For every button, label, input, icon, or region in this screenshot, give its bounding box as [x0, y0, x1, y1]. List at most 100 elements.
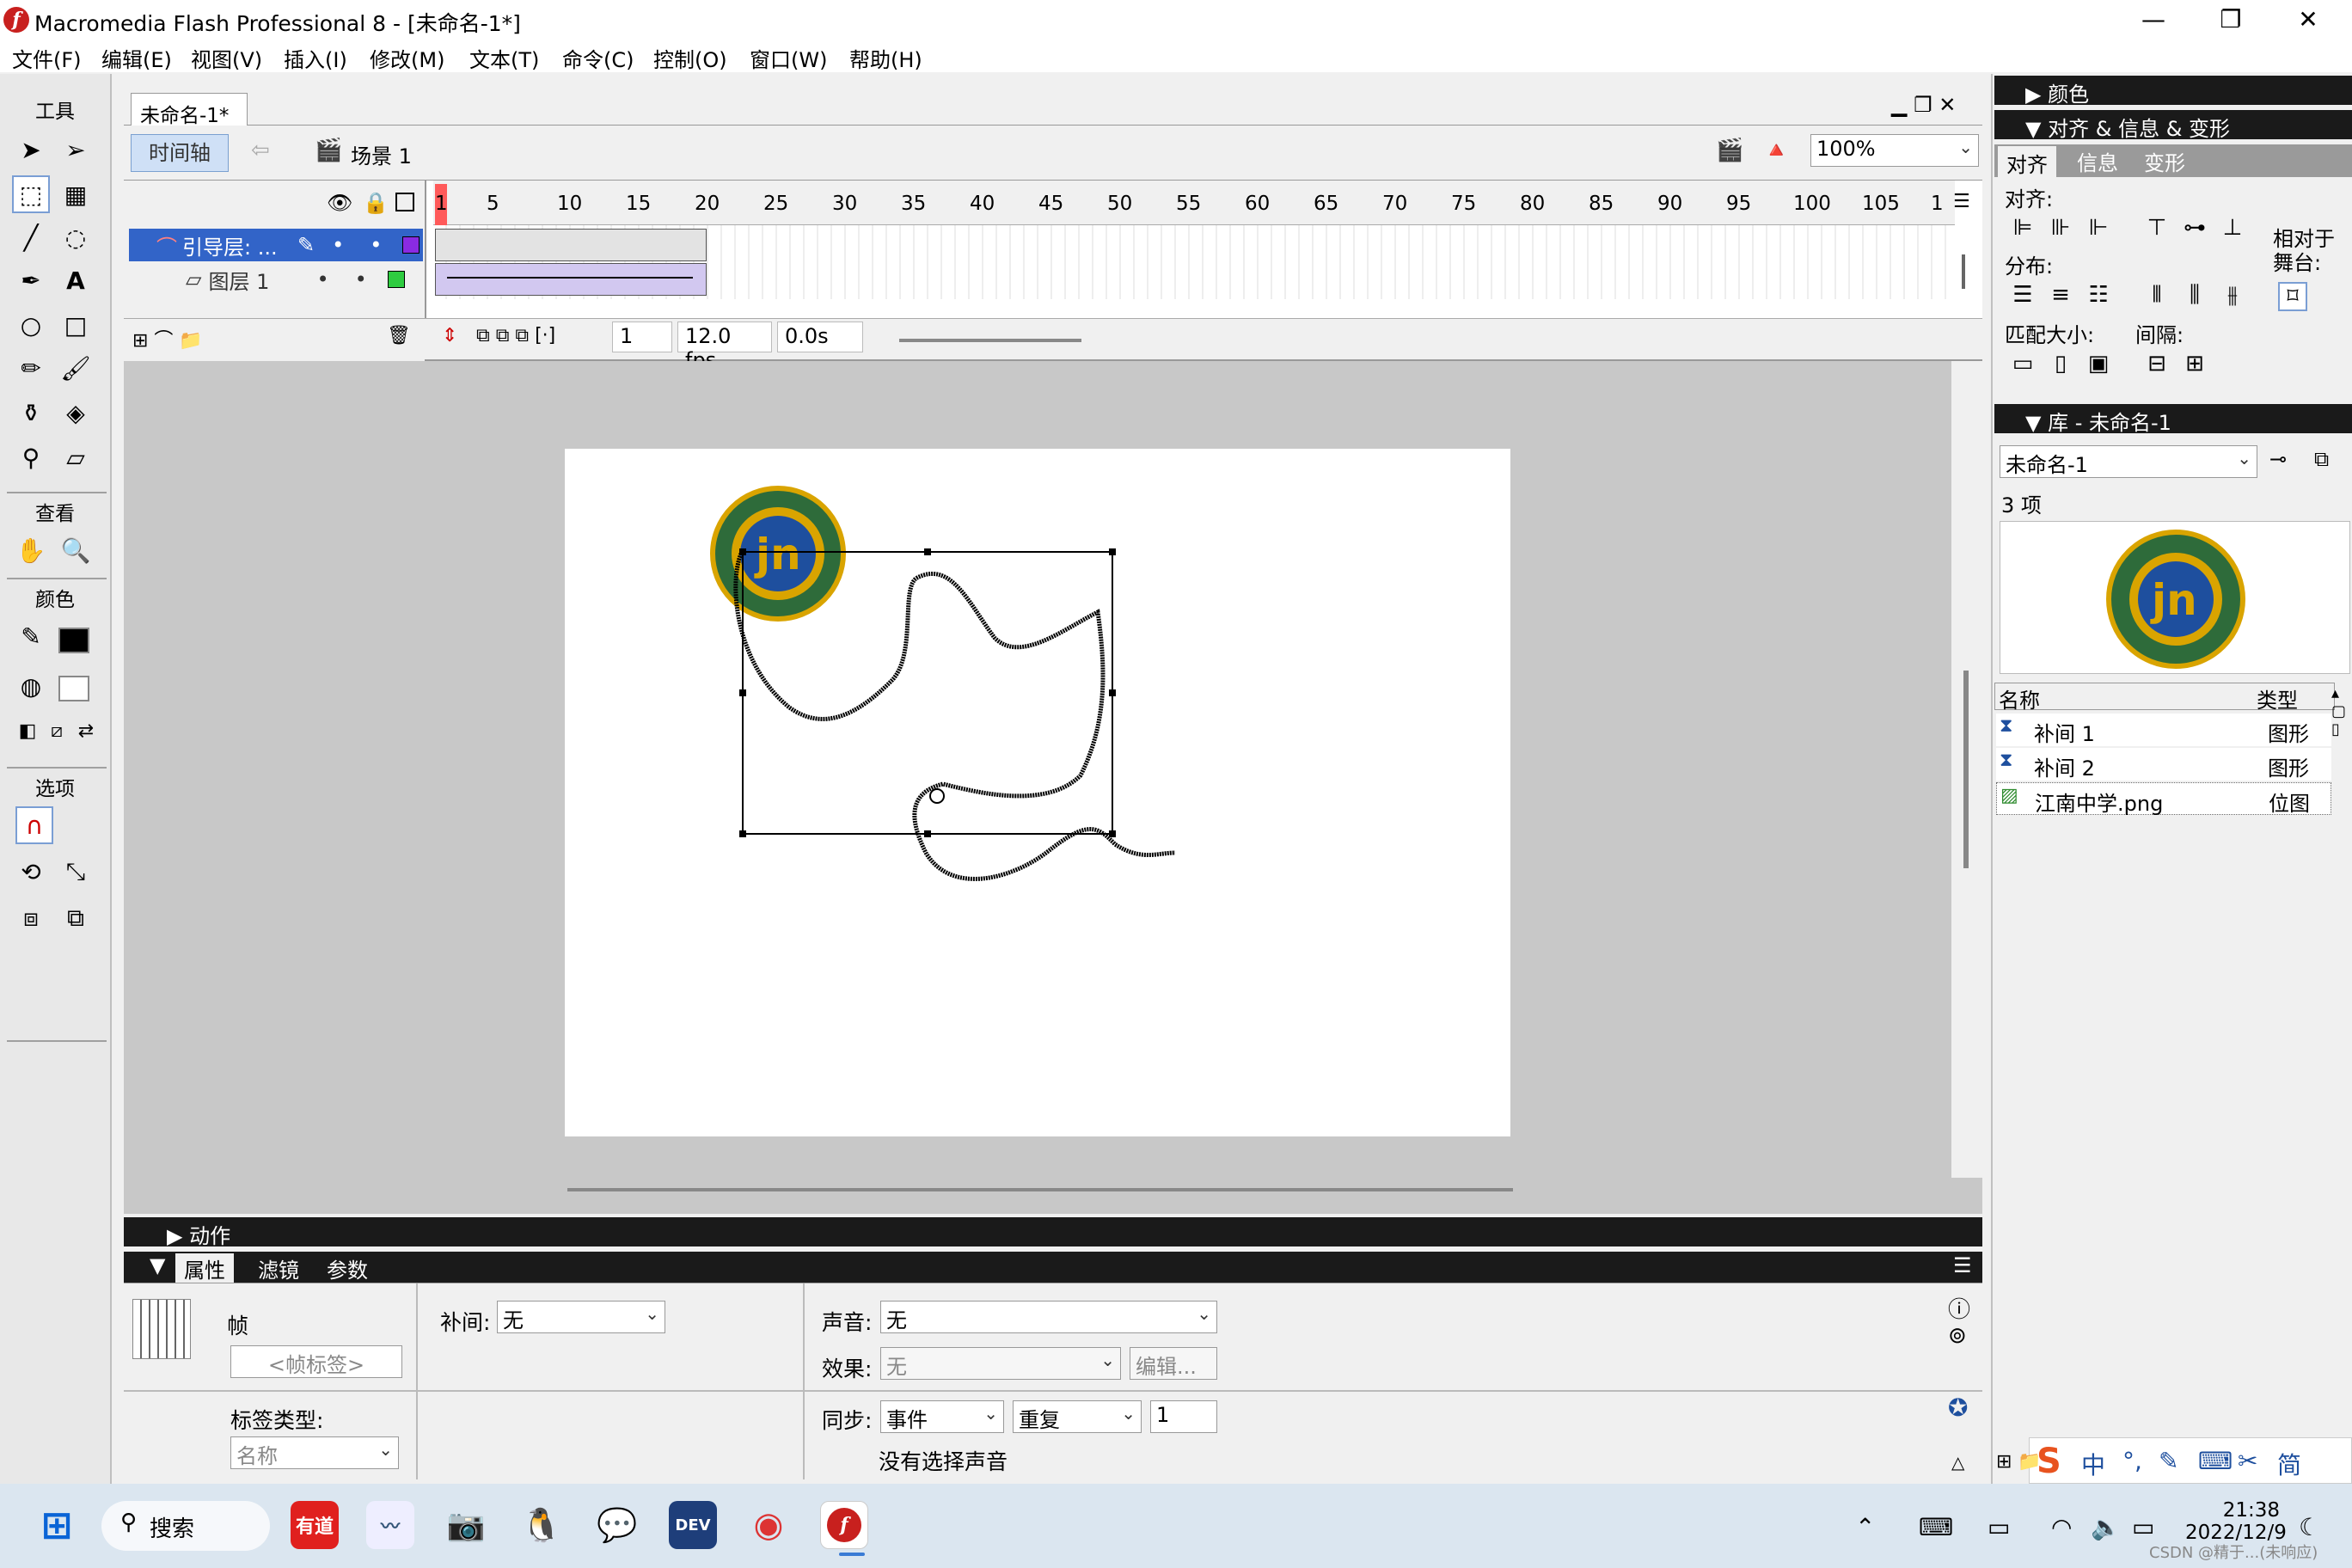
- pin-library-icon[interactable]: ⊸: [2269, 447, 2287, 471]
- brush-tool-icon[interactable]: 🖌: [57, 349, 95, 387]
- stage-hscroll[interactable]: [567, 1188, 1513, 1191]
- pen-tool-icon[interactable]: ✒: [12, 261, 50, 299]
- free-transform-tool-icon[interactable]: ⬚: [12, 175, 50, 213]
- ime-clip-icon[interactable]: ✂: [2238, 1447, 2257, 1475]
- space-horizontal-icon[interactable]: ⊞: [2180, 349, 2209, 378]
- scale-icon[interactable]: ⤡: [57, 853, 95, 891]
- menu-view[interactable]: 视图(V): [191, 43, 262, 73]
- tab-align[interactable]: 对齐: [1998, 146, 2056, 180]
- back-arrow-icon[interactable]: ⇦: [251, 138, 270, 163]
- outline-icon[interactable]: [395, 193, 414, 211]
- menu-window[interactable]: 窗口(W): [750, 43, 827, 73]
- lock-dot[interactable]: •: [355, 267, 367, 291]
- timeline-toggle-button[interactable]: 时间轴: [131, 134, 229, 172]
- delete-layer-icon[interactable]: 🗑: [387, 325, 411, 346]
- minimize-button[interactable]: —: [2115, 0, 2192, 40]
- keyboard-icon[interactable]: ⌨: [1919, 1513, 1953, 1541]
- distribute-top-icon[interactable]: ☰: [2008, 280, 2037, 309]
- oval-tool-icon[interactable]: ○: [12, 306, 50, 344]
- snap-magnet-icon[interactable]: ∩: [15, 806, 53, 844]
- tab-properties[interactable]: 属性: [175, 1253, 234, 1283]
- distribute-hcenter-icon[interactable]: ⫼: [2180, 280, 2209, 309]
- rotate-skew-icon[interactable]: ⟲: [12, 853, 50, 891]
- align-right-icon[interactable]: ⊩: [2084, 213, 2113, 242]
- layer-color-swatch[interactable]: [387, 271, 405, 288]
- menu-insert[interactable]: 插入(I): [284, 43, 347, 73]
- center-frame-icon[interactable]: ⇕: [442, 325, 457, 346]
- timeline-menu-icon[interactable]: ☰: [1953, 191, 1970, 212]
- library-item[interactable]: ▨ 江南中学.png 位图: [1996, 782, 2331, 816]
- label-type-select[interactable]: 名称 ⌄: [230, 1436, 399, 1469]
- frame-label-input[interactable]: <帧标签>: [230, 1345, 402, 1378]
- paint-bucket-tool-icon[interactable]: ◈: [57, 394, 95, 432]
- tab-parameters[interactable]: 参数: [327, 1253, 368, 1283]
- edit-accessibility-icon[interactable]: ⊚: [1948, 1323, 1967, 1349]
- rectangle-tool-icon[interactable]: □: [57, 306, 95, 344]
- menu-file[interactable]: 文件(F): [12, 43, 82, 73]
- align-bottom-icon[interactable]: ⊥: [2218, 213, 2247, 242]
- eraser-tool-icon[interactable]: ▱: [57, 438, 95, 476]
- photos-icon[interactable]: 〰: [366, 1501, 414, 1549]
- wechat-icon[interactable]: 💬: [593, 1501, 641, 1549]
- library-doc-select[interactable]: 未命名-1 ⌄: [2000, 445, 2257, 478]
- color-panel-header[interactable]: ▶ 颜色: [1994, 76, 2352, 107]
- library-panel-header[interactable]: ▼ 库 - 未命名-1: [1994, 404, 2352, 435]
- help-icon[interactable]: ⓘ: [1948, 1292, 1970, 1324]
- menu-control[interactable]: 控制(O): [653, 43, 727, 73]
- space-vertical-icon[interactable]: ⊟: [2142, 349, 2171, 378]
- repeat-count-input[interactable]: 1: [1150, 1400, 1217, 1433]
- fill-color-icon[interactable]: ◍: [12, 667, 50, 705]
- distribute-bottom-icon[interactable]: ☷: [2084, 280, 2113, 309]
- distort-icon[interactable]: ⧈: [12, 899, 50, 937]
- stroke-color-icon[interactable]: ✎: [12, 617, 50, 655]
- actions-panel-header[interactable]: ▶ 动作: [124, 1217, 1982, 1248]
- collapse-props-icon[interactable]: △: [1951, 1452, 1964, 1473]
- youdao-icon[interactable]: 有道: [291, 1501, 339, 1549]
- swap-colors-icon[interactable]: ⇄: [67, 712, 105, 750]
- ime-punct[interactable]: °,: [2122, 1447, 2142, 1475]
- pencil-tool-icon[interactable]: ✏: [12, 349, 50, 387]
- align-panel-header[interactable]: ▼ 对齐 & 信息 & 变形: [1994, 110, 2352, 141]
- timeline-scrollbar[interactable]: [1962, 254, 1965, 289]
- scene-name[interactable]: 场景 1: [351, 139, 412, 169]
- tab-filters[interactable]: 滤镜: [258, 1253, 299, 1283]
- menu-text[interactable]: 文本(T): [469, 43, 539, 73]
- menu-help[interactable]: 帮助(H): [849, 43, 922, 73]
- school-logo[interactable]: jn: [710, 486, 846, 622]
- library-item[interactable]: ⧗ 补间 2 图形: [1996, 748, 2331, 781]
- stage[interactable]: jn: [565, 449, 1510, 1136]
- close-button[interactable]: ✕: [2269, 0, 2347, 40]
- tween-select[interactable]: 无 ⌄: [497, 1301, 665, 1333]
- ime-mode[interactable]: 中: [2081, 1447, 2105, 1481]
- document-tab[interactable]: 未命名-1*: [131, 93, 248, 127]
- new-library-icon[interactable]: ⧉: [2314, 447, 2329, 471]
- distribute-left-icon[interactable]: ⫴: [2142, 280, 2171, 309]
- fill-transform-tool-icon[interactable]: ▦: [57, 175, 95, 213]
- distribute-vcenter-icon[interactable]: ≡: [2046, 280, 2075, 309]
- zoom-tool-icon[interactable]: 🔍: [57, 531, 95, 569]
- restore-button[interactable]: ❐: [2192, 0, 2269, 40]
- col-type[interactable]: 类型: [2257, 683, 2298, 714]
- volume-icon[interactable]: 🔈: [2091, 1513, 2121, 1541]
- hand-tool-icon[interactable]: ✋: [12, 531, 50, 569]
- distribute-right-icon[interactable]: ⫵: [2218, 280, 2247, 309]
- layer-row-1[interactable]: ▱ 图层 1 • •: [129, 263, 423, 296]
- ime-simplified[interactable]: 简: [2277, 1447, 2301, 1481]
- accessibility-icon[interactable]: ✪: [1948, 1393, 1968, 1422]
- col-name[interactable]: 名称: [1999, 683, 2040, 714]
- lock-dot[interactable]: •: [370, 233, 382, 257]
- layer-row-guide[interactable]: ⌒ 引导层: ... ✎ • •: [129, 229, 423, 261]
- clock[interactable]: 21:38 2022/12/9: [2185, 1499, 2287, 1544]
- to-stage-icon[interactable]: ⌑: [2278, 282, 2307, 311]
- flash-taskbar-icon[interactable]: f: [820, 1501, 868, 1549]
- zoom-select[interactable]: 100% ⌄: [1810, 134, 1979, 167]
- tab-transform[interactable]: 变形: [2144, 146, 2185, 176]
- guide-keyframe-span[interactable]: [435, 229, 707, 261]
- eyedropper-tool-icon[interactable]: ⚲: [12, 438, 50, 476]
- fps-field[interactable]: 12.0 fps: [677, 322, 772, 372]
- ime-handwrite-icon[interactable]: ✎: [2159, 1447, 2178, 1475]
- envelope-icon[interactable]: ⧉: [57, 899, 95, 937]
- tray-chevron-icon[interactable]: ⌃: [1855, 1513, 1875, 1541]
- align-top-icon[interactable]: ⊤: [2142, 213, 2171, 242]
- menu-modify[interactable]: 修改(M): [370, 43, 444, 73]
